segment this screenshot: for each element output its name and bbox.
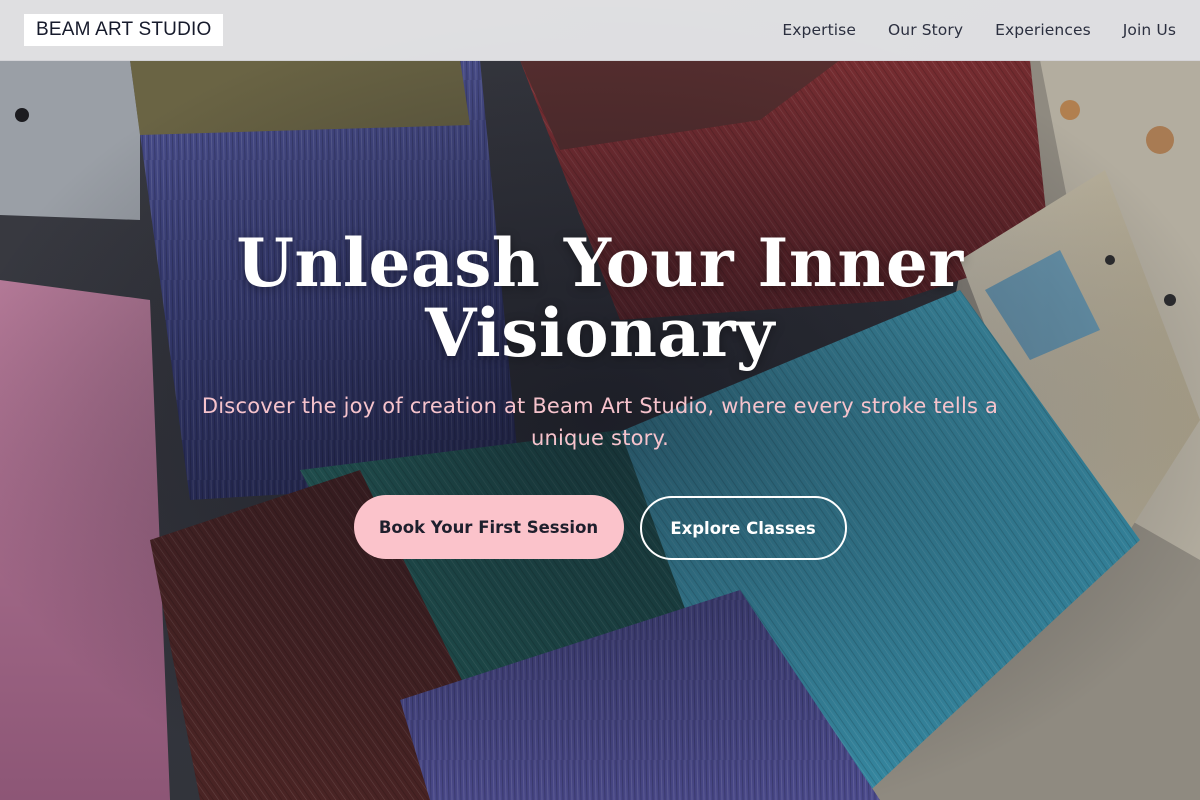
explore-classes-button[interactable]: Explore Classes	[639, 496, 847, 560]
site-header: BEAM ART STUDIO Expertise Our Story Expe…	[0, 0, 1200, 61]
site-logo[interactable]: BEAM ART STUDIO	[24, 14, 224, 46]
hero-title: Unleash Your Inner Visionary	[236, 224, 964, 372]
hero-subtitle: Discover the joy of creation at Beam Art…	[201, 394, 999, 450]
book-first-session-button[interactable]: Book Your First Session	[353, 495, 624, 559]
hero-section: Unleash Your Inner Visionary Discover th…	[0, 228, 1200, 560]
nav-link-expertise[interactable]: Expertise	[782, 21, 856, 39]
nav-link-our-story[interactable]: Our Story	[888, 21, 963, 39]
nav-link-join-us[interactable]: Join Us	[1123, 21, 1176, 39]
main-nav: Expertise Our Story Experiences Join Us	[782, 0, 1176, 60]
nav-link-experiences[interactable]: Experiences	[995, 21, 1091, 39]
hero-actions: Book Your First Session Explore Classes	[0, 495, 1200, 560]
page: BEAM ART STUDIO Expertise Our Story Expe…	[0, 0, 1200, 800]
